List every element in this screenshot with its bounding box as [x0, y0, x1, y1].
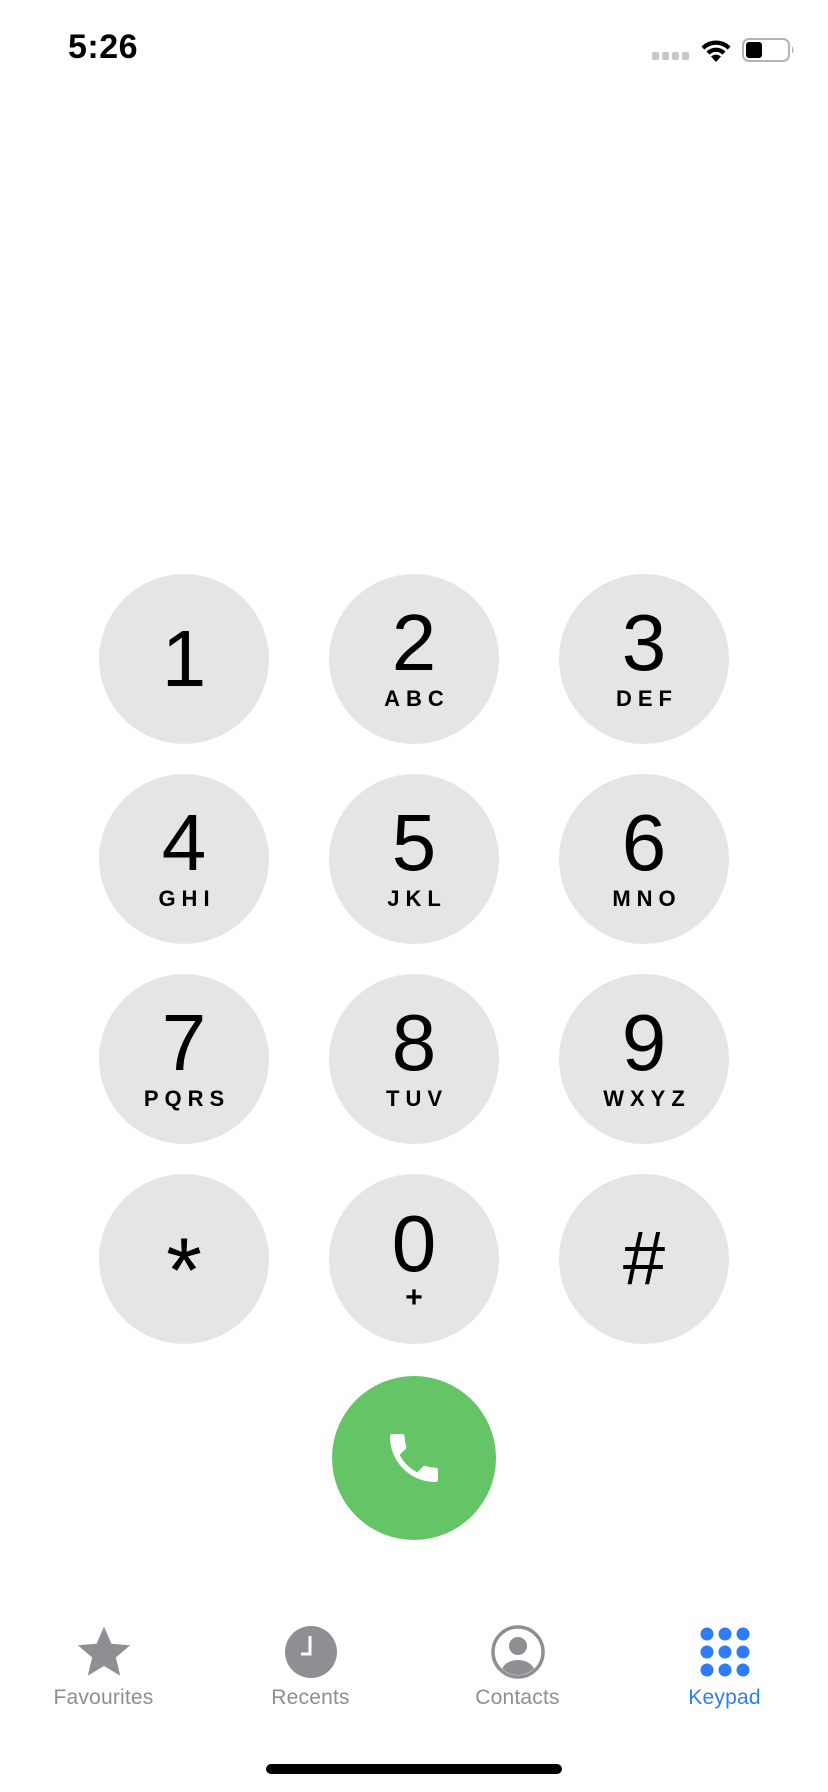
dial-keypad: 1 2 ABC 3 DEF 4 GHI 5 JKL 6 MNO 7 PQRS 8… — [0, 0, 828, 1792]
key-hash[interactable]: # — [559, 1174, 729, 1344]
home-indicator[interactable] — [266, 1764, 562, 1774]
tab-contacts[interactable]: Contacts — [414, 1622, 621, 1722]
key-letters: GHI — [158, 886, 216, 911]
key-digit: 6 — [621, 798, 667, 887]
key-letters: WXYZ — [603, 1086, 691, 1111]
key-6[interactable]: 6 MNO — [559, 774, 729, 944]
call-button[interactable] — [332, 1376, 496, 1540]
key-digit: 4 — [161, 798, 207, 887]
key-letters: MNO — [612, 886, 682, 911]
key-letters: PQRS — [143, 1086, 231, 1111]
clock-icon — [281, 1622, 341, 1682]
key-letters: ABC — [384, 686, 450, 711]
tab-favourites[interactable]: Favourites — [0, 1622, 207, 1722]
tab-keypad[interactable]: Keypad — [621, 1622, 828, 1722]
tab-bar: Favourites Recents Contacts Keypad — [0, 1622, 828, 1722]
key-digit: # — [622, 1216, 666, 1301]
key-digit: 9 — [621, 998, 667, 1087]
key-1[interactable]: 1 — [99, 574, 269, 744]
tab-label: Favourites — [53, 1686, 154, 1709]
key-digit: 2 — [391, 598, 437, 687]
tab-label: Contacts — [475, 1686, 560, 1709]
key-letters: DEF — [616, 686, 678, 711]
key-digit: 1 — [161, 614, 207, 703]
star-icon — [74, 1622, 134, 1682]
tab-recents[interactable]: Recents — [207, 1622, 414, 1722]
key-4[interactable]: 4 GHI — [99, 774, 269, 944]
key-digit: 5 — [391, 798, 437, 887]
key-2[interactable]: 2 ABC — [329, 574, 499, 744]
key-digit: * — [166, 1220, 202, 1322]
key-digit: 7 — [161, 998, 207, 1087]
key-letters: JKL — [387, 886, 447, 911]
phone-icon — [390, 1434, 438, 1482]
tab-label: Keypad — [688, 1686, 761, 1709]
key-digit: 0 — [391, 1199, 437, 1288]
key-8[interactable]: 8 TUV — [329, 974, 499, 1144]
key-digit: 3 — [621, 598, 667, 687]
keypad-grid-icon — [695, 1622, 755, 1682]
key-letters: TUV — [386, 1086, 448, 1111]
key-3[interactable]: 3 DEF — [559, 574, 729, 744]
key-0[interactable]: 0 + — [329, 1174, 499, 1344]
key-9[interactable]: 9 WXYZ — [559, 974, 729, 1144]
key-5[interactable]: 5 JKL — [329, 774, 499, 944]
tab-label: Recents — [271, 1686, 350, 1709]
phone-keypad-screen: 5:26 1 2 ABC 3 DEF 4 GHI 5 JKL 6 MNO 7 P… — [0, 0, 828, 1792]
key-7[interactable]: 7 PQRS — [99, 974, 269, 1144]
key-star[interactable]: * — [99, 1174, 269, 1344]
person-circle-icon — [488, 1622, 548, 1682]
key-digit: 8 — [391, 998, 437, 1087]
key-plus-label: + — [405, 1281, 423, 1314]
